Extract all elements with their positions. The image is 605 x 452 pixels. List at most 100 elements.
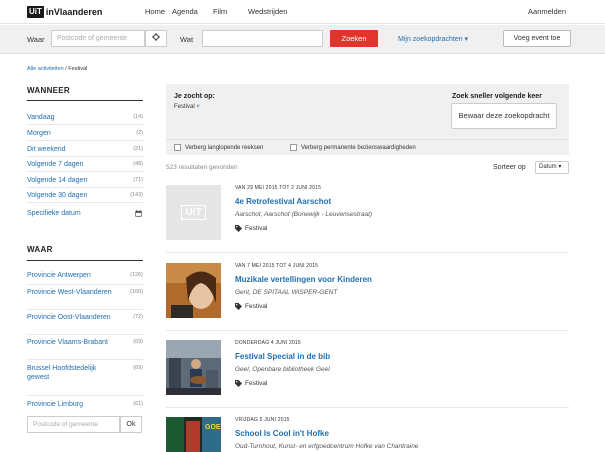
filter-specifieke-datum[interactable]: Specifieke datum <box>27 209 143 223</box>
filter-count: (2) <box>136 130 143 136</box>
filter-count: (71) <box>133 177 143 183</box>
breadcrumb-root[interactable]: Alle activiteiten <box>27 66 64 72</box>
wanneer-rule <box>27 100 143 101</box>
filter-dit-weekend[interactable]: Dit weekend (21) <box>27 145 143 157</box>
calendar-icon <box>135 210 142 217</box>
filter-label: Dit weekend <box>27 146 66 153</box>
save-search-button[interactable]: Bewaar deze zoekopdracht <box>451 103 557 129</box>
locate-button[interactable] <box>145 30 167 47</box>
tag-label: Festival <box>245 380 268 387</box>
top-navigation: UiT inVlaanderen Home Agenda Film Wedstr… <box>0 0 605 24</box>
sort-select[interactable]: Datum ▾ <box>535 161 569 174</box>
nav-agenda[interactable]: Agenda <box>172 7 198 16</box>
event-thumbnail[interactable]: UiT <box>166 185 221 240</box>
filter-oost-vlaanderen[interactable]: Provincie Oost-Vlaanderen (72) <box>27 313 143 335</box>
photo-text: GOE <box>205 424 221 431</box>
filter-vandaag[interactable]: Vandaag (14) <box>27 113 143 125</box>
event-date: VAN 29 MEI 2015 TOT 2 JUNI 2015 <box>235 185 322 191</box>
event-separator <box>166 407 569 408</box>
wat-label: Wat <box>180 35 194 44</box>
event-date: VAN 7 MEI 2015 TOT 4 JUNI 2015 <box>235 263 319 269</box>
nav-home[interactable]: Home <box>145 7 165 16</box>
filter-label: Volgende 7 dagen <box>27 161 84 168</box>
event-title[interactable]: School Is Cool in't Hofke <box>235 429 329 438</box>
event-separator <box>166 252 569 253</box>
location-input[interactable]: Postcode of gemeente <box>51 30 145 47</box>
checkbox-box[interactable] <box>174 144 181 151</box>
filter-14-dagen[interactable]: Volgende 14 dagen (71) <box>27 176 143 188</box>
event-title[interactable]: 4e Retrofestival Aarschot <box>235 197 331 206</box>
what-input[interactable] <box>202 30 323 47</box>
my-searches-dropdown[interactable]: Mijn zoekopdrachten ▾ <box>398 35 468 43</box>
filter-30-dagen[interactable]: Volgende 30 dagen (143) <box>27 191 143 203</box>
filter-morgen[interactable]: Morgen (2) <box>27 129 143 141</box>
event-tag[interactable]: Festival <box>235 380 267 387</box>
filter-vlaams-brabant[interactable]: Provincie Vlaams-Brabant (69) <box>27 338 143 360</box>
sort-label: Sorteer op <box>493 164 526 171</box>
zoek-sneller-heading: Zoek sneller volgende keer <box>452 93 542 100</box>
event-thumbnail[interactable] <box>166 263 221 318</box>
filter-count: (143) <box>130 192 143 198</box>
add-event-button[interactable]: Voeg event toe <box>503 30 571 47</box>
checkbox-box[interactable] <box>290 144 297 151</box>
filter-brussel[interactable]: Brussel Hoofdstedelijk gewest (69) <box>27 364 143 396</box>
postcode-ok-button[interactable]: Ok <box>120 416 142 433</box>
tag-icon <box>235 303 242 310</box>
event-thumbnail[interactable]: GOE <box>166 417 221 452</box>
filter-label: Provincie Vlaams-Brabant <box>27 339 108 346</box>
tag-icon <box>235 380 242 387</box>
event-title[interactable]: Festival Special in de bib <box>235 352 330 361</box>
tag-label: Festival <box>245 225 268 232</box>
filter-limburg[interactable]: Provincie Limburg (61) <box>27 400 143 412</box>
filter-label: Morgen <box>27 130 51 137</box>
filter-count: (14) <box>133 114 143 120</box>
event-photo <box>166 263 221 318</box>
uit-logo[interactable]: UiT inVlaanderen <box>27 6 102 18</box>
filter-label: Brussel Hoofdstedelijk gewest <box>27 365 97 381</box>
event-thumbnail[interactable] <box>166 340 221 395</box>
filter-7-dagen[interactable]: Volgende 7 dagen (48) <box>27 160 143 172</box>
filter-west-vlaanderen[interactable]: Provincie West-Vlaanderen (100) <box>27 288 143 310</box>
filter-label: Provincie Oost-Vlaanderen <box>27 314 111 321</box>
filter-count: (69) <box>133 365 143 371</box>
filter-antwerpen[interactable]: Provincie Antwerpen (126) <box>27 271 143 285</box>
filter-count: (69) <box>133 339 143 345</box>
event-separator <box>166 330 569 331</box>
nav-wedstrijden[interactable]: Wedstrijden <box>248 7 287 16</box>
filter-count: (100) <box>130 289 143 295</box>
filter-label: Provincie Limburg <box>27 401 84 408</box>
filter-count: (21) <box>133 146 143 152</box>
result-count: 523 resultaten gevonden <box>166 164 238 171</box>
event-photo: GOE <box>166 417 221 452</box>
filter-count: (126) <box>130 272 143 278</box>
filter-label: Provincie Antwerpen <box>27 272 91 279</box>
event-item: VAN 7 MEI 2015 TOT 4 JUNI 2015 Muzikale … <box>166 263 569 321</box>
hide-long-running-checkbox[interactable]: Verberg langlopende reeksen <box>174 144 263 151</box>
event-item: GOE VRIJDAG 5 JUNI 2015 School Is Cool i… <box>166 417 569 452</box>
filter-label: Provincie West-Vlaanderen <box>27 289 112 296</box>
event-title[interactable]: Muzikale vertellingen voor Kinderen <box>235 275 372 284</box>
event-location: Geel, Openbare bibliotheek Geel <box>235 366 330 373</box>
event-location: Gent, DE SPITAAL WISPER-GENT <box>235 289 338 296</box>
remove-tag-icon[interactable]: × <box>196 104 200 110</box>
event-photo <box>166 340 221 395</box>
waar-heading: WAAR <box>27 245 53 254</box>
nav-film[interactable]: Film <box>213 7 227 16</box>
postcode-input[interactable]: Postcode of gemeente <box>27 416 120 433</box>
login-link[interactable]: Aanmelden <box>528 7 566 16</box>
filter-label: Specifieke datum <box>27 210 81 217</box>
hide-permanent-checkbox[interactable]: Verberg permanente bezienswaardigheden <box>290 144 416 151</box>
event-tag[interactable]: Festival <box>235 303 267 310</box>
event-location: Aarschot, Aarschot (Bonewijk - Leuvenses… <box>235 211 373 218</box>
placeholder-logo: UiT <box>181 205 206 220</box>
event-tag[interactable]: Festival <box>235 225 267 232</box>
active-filter-tag[interactable]: Festival × <box>174 104 200 110</box>
search-bar: Waar Postcode of gemeente Wat Zoeken Mij… <box>0 25 605 54</box>
filter-label: Vandaag <box>27 114 55 121</box>
waar-rule <box>27 260 143 261</box>
wanneer-heading: WANNEER <box>27 86 70 95</box>
filter-count: (61) <box>133 401 143 407</box>
event-date: DONDERDAG 4 JUNI 2015 <box>235 340 301 346</box>
search-button[interactable]: Zoeken <box>330 30 378 47</box>
breadcrumb-current: Festival <box>68 66 88 72</box>
